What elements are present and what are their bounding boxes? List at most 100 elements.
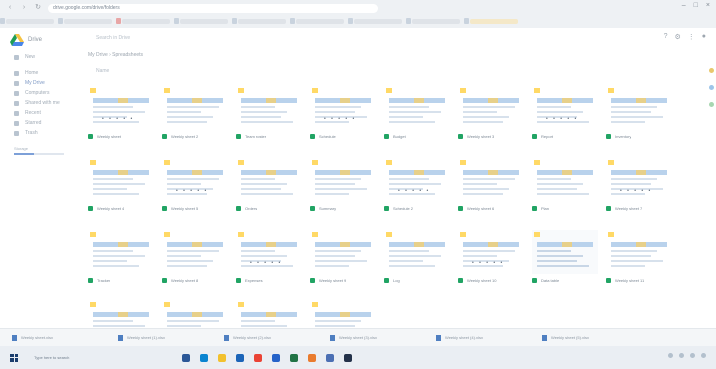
file-name[interactable]: Weekly sheet 9 (310, 277, 376, 284)
app-icon[interactable] (326, 353, 334, 362)
file-thumbnail[interactable] (88, 230, 154, 274)
file-name[interactable]: Weekly sheet 7 (606, 205, 672, 212)
battery-icon[interactable] (690, 353, 695, 358)
download-item[interactable]: Weekly sheet.xlsx (12, 334, 108, 341)
file-card[interactable]: • • • • • Weekly sheet 10 (458, 230, 524, 292)
file-name[interactable]: Tracker (88, 277, 154, 284)
file-thumbnail[interactable] (236, 158, 302, 202)
file-thumbnail[interactable] (532, 230, 598, 274)
file-thumbnail[interactable] (384, 230, 450, 274)
file-card[interactable]: Weekly sheet 9 (310, 230, 376, 292)
file-card[interactable]: Summary (310, 158, 376, 220)
file-name[interactable]: Expenses (236, 277, 302, 284)
store-icon[interactable] (236, 353, 244, 362)
file-name[interactable]: Summary (310, 205, 376, 212)
help-icon[interactable]: ? (664, 33, 668, 41)
file-name[interactable]: Weekly sheet 5 (162, 205, 228, 212)
file-card[interactable]: Data table (532, 230, 598, 292)
back-icon[interactable]: ‹ (6, 4, 14, 12)
file-thumbnail[interactable] (384, 86, 450, 130)
file-card[interactable]: • • • • • Report (532, 86, 598, 148)
file-thumbnail[interactable] (88, 158, 154, 202)
download-item[interactable]: Weekly sheet (2).xlsx (224, 334, 320, 341)
file-card[interactable]: Team roster (236, 86, 302, 148)
minimize-icon[interactable]: – (682, 2, 686, 9)
file-card[interactable]: • • • • • Weekly sheet (88, 86, 154, 148)
avatar[interactable]: ● (702, 33, 706, 41)
file-card[interactable]: Orders (236, 158, 302, 220)
volume-icon[interactable] (679, 353, 684, 358)
file-card[interactable]: • • • • • Expenses (236, 230, 302, 292)
close-icon[interactable]: × (706, 2, 710, 9)
file-card[interactable]: Weekly sheet 2 (162, 86, 228, 148)
app-icon[interactable] (308, 353, 316, 362)
file-thumbnail[interactable] (162, 86, 228, 130)
bookmark[interactable] (290, 17, 344, 24)
word-icon[interactable] (272, 353, 280, 362)
file-card[interactable]: Weekly sheet 11 (606, 230, 672, 292)
download-item[interactable]: Weekly sheet (5).xlsx (542, 334, 638, 341)
file-thumbnail[interactable] (532, 158, 598, 202)
file-thumbnail[interactable] (162, 230, 228, 274)
forward-icon[interactable]: › (20, 4, 28, 12)
file-thumbnail[interactable]: • • • • • (310, 86, 376, 130)
file-name[interactable]: Team roster (236, 133, 302, 140)
file-thumbnail[interactable]: • • • • • (606, 158, 672, 202)
sidebar-item-starred[interactable]: Starred (14, 120, 41, 126)
file-card[interactable]: Inventory (606, 86, 672, 148)
bookmark[interactable] (116, 17, 170, 24)
bookmark[interactable] (348, 17, 402, 24)
bookmark[interactable] (0, 17, 54, 24)
file-name[interactable]: Schedule 2 (384, 205, 450, 212)
file-name[interactable]: Report (532, 133, 598, 140)
sidebar-item-recent[interactable]: Recent (14, 110, 41, 116)
file-card[interactable]: Tracker (88, 230, 154, 292)
file-name[interactable]: Schedule (310, 133, 376, 140)
file-thumbnail[interactable] (606, 230, 672, 274)
task-view-icon[interactable] (182, 353, 190, 362)
file-name[interactable]: Data table (532, 277, 598, 284)
file-thumbnail[interactable]: • • • • • (458, 230, 524, 274)
file-name[interactable]: Budget (384, 133, 450, 140)
maximize-icon[interactable]: □ (694, 2, 698, 9)
file-thumbnail[interactable] (310, 158, 376, 202)
file-name[interactable]: Weekly sheet 11 (606, 277, 672, 284)
file-card[interactable]: Weekly sheet 4 (88, 158, 154, 220)
file-thumbnail[interactable]: • • • • • (236, 230, 302, 274)
taskbar-search-input[interactable]: Type here to search (28, 353, 168, 363)
file-thumbnail[interactable] (458, 158, 524, 202)
file-name[interactable]: Weekly sheet 8 (162, 277, 228, 284)
file-name[interactable]: Weekly sheet 10 (458, 277, 524, 284)
file-name[interactable]: Weekly sheet 6 (458, 205, 524, 212)
tasks-icon[interactable] (708, 102, 714, 107)
bookmark[interactable] (232, 17, 286, 24)
address-bar[interactable]: drive.google.com/drive/folders (48, 3, 378, 13)
file-card[interactable]: Budget (384, 86, 450, 148)
file-name[interactable]: Weekly sheet (88, 133, 154, 140)
file-thumbnail[interactable] (310, 230, 376, 274)
sidebar-item-trash[interactable]: Trash (14, 130, 38, 136)
file-thumbnail[interactable]: • • • • • (532, 86, 598, 130)
app-icon[interactable] (344, 353, 352, 362)
download-item[interactable]: Weekly sheet (1).xlsx (118, 334, 214, 341)
file-card[interactable]: • • • • • Weekly sheet 7 (606, 158, 672, 220)
chrome-icon[interactable] (254, 353, 262, 362)
keep-icon[interactable] (708, 68, 714, 73)
file-name[interactable]: Weekly sheet 3 (458, 133, 524, 140)
file-name[interactable]: Plan (532, 205, 598, 212)
file-name[interactable]: Inventory (606, 133, 672, 140)
file-name[interactable]: Weekly sheet 4 (88, 205, 154, 212)
sidebar-item-computers[interactable]: Computers (14, 90, 49, 96)
sort-button[interactable]: Name (96, 68, 109, 74)
breadcrumb[interactable]: My Drive › Spreadsheets (88, 52, 143, 58)
file-explorer-icon[interactable] (218, 353, 226, 362)
bookmark[interactable] (174, 17, 228, 24)
file-card[interactable]: Weekly sheet 8 (162, 230, 228, 292)
network-icon[interactable] (668, 353, 673, 358)
file-thumbnail[interactable]: • • • • • (88, 86, 154, 130)
file-card[interactable]: Log (384, 230, 450, 292)
file-thumbnail[interactable] (236, 86, 302, 130)
download-item[interactable]: Weekly sheet (4).xlsx (436, 334, 532, 341)
file-thumbnail[interactable] (458, 86, 524, 130)
windows-start-icon[interactable] (10, 353, 18, 362)
